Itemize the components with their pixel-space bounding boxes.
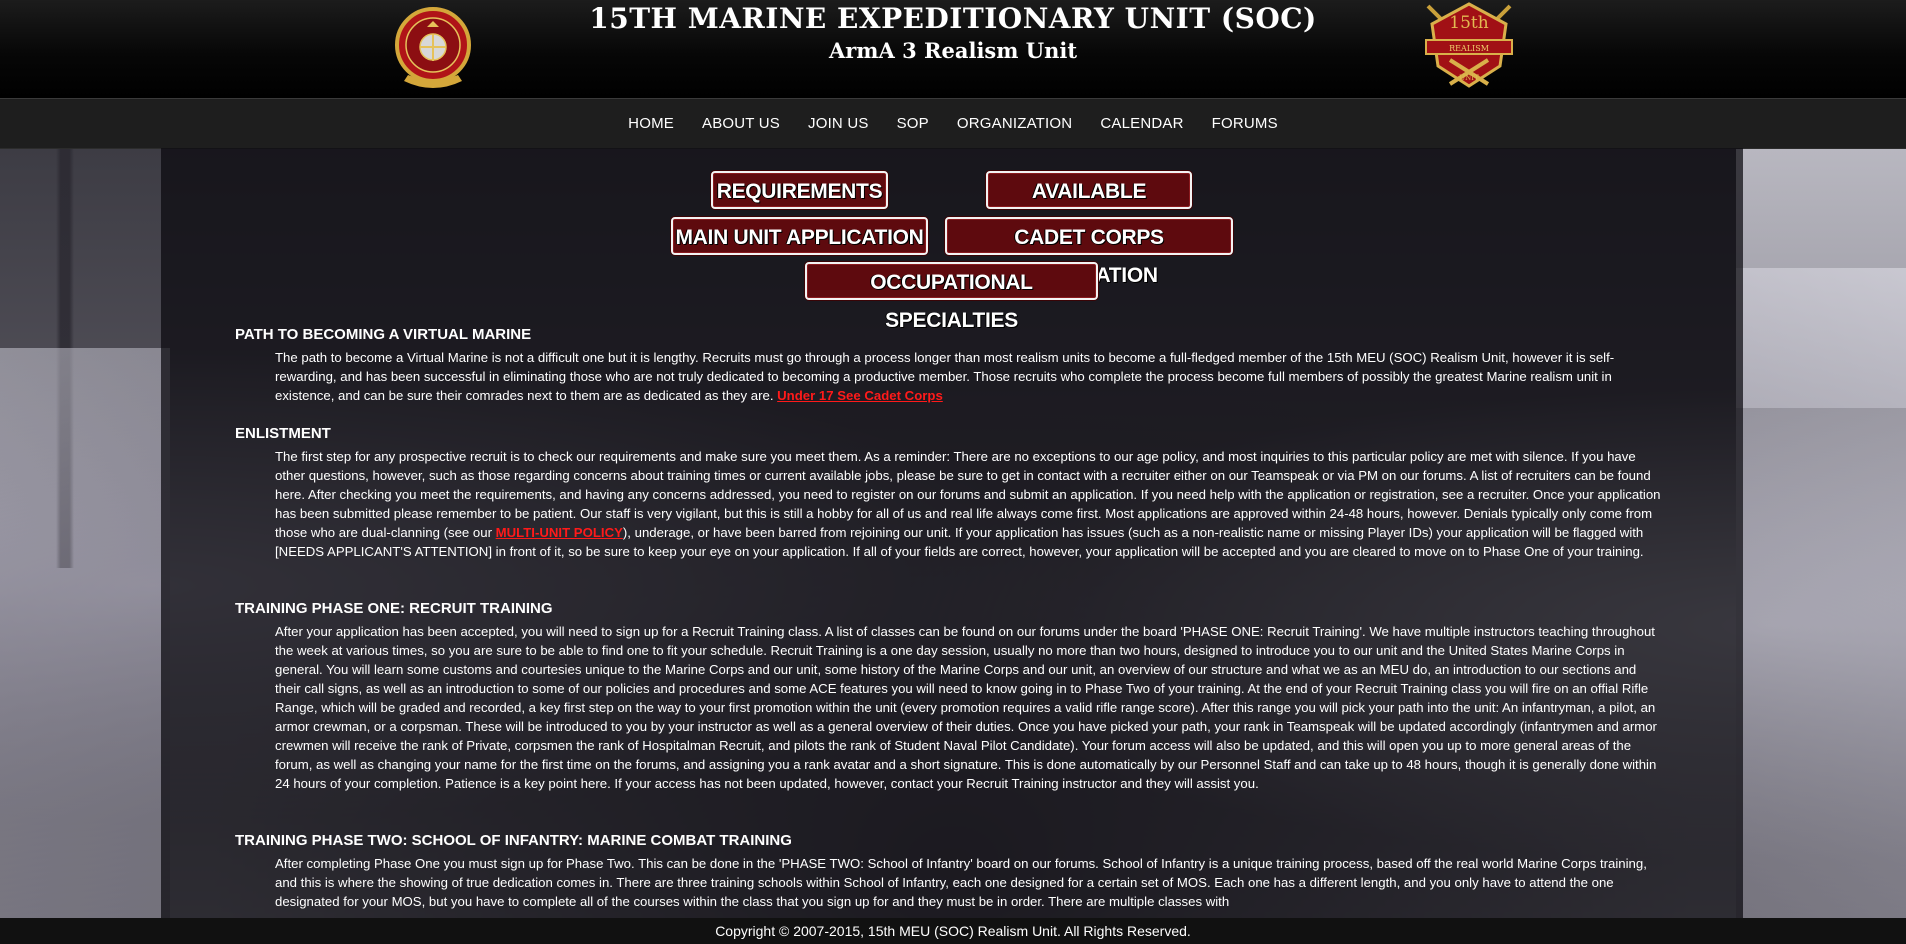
- section-heading: PATH TO BECOMING A VIRTUAL MARINE: [235, 326, 532, 343]
- section-heading: TRAINING PHASE ONE: RECRUIT TRAINING: [235, 600, 553, 617]
- section-phase-two: TRAINING PHASE TWO: SCHOOL OF INFANTRY: …: [235, 832, 1665, 911]
- cadet-corps-application-button[interactable]: CADET CORPS APPLICATION: [945, 217, 1233, 287]
- nav-item-organization[interactable]: ORGANIZATION: [943, 115, 1086, 132]
- badge-text-unit: UNIT: [1459, 74, 1479, 82]
- site-subtitle: ArmA 3 Realism Unit: [828, 38, 1078, 63]
- main-content: REQUIREMENTS AVAILABLE BILLETS MAIN UNIT…: [161, 148, 1743, 918]
- nav-item-about-us[interactable]: ABOUT US: [688, 115, 794, 132]
- nav-item-forums[interactable]: FORUMS: [1198, 115, 1292, 132]
- main-nav: HOME ABOUT US JOIN US SOP ORGANIZATION C…: [0, 99, 1906, 149]
- nav-item-join-us[interactable]: JOIN US: [794, 115, 883, 132]
- section-path: PATH TO BECOMING A VIRTUAL MARINE The pa…: [235, 326, 1665, 405]
- section-phase-one: TRAINING PHASE ONE: RECRUIT TRAINING Aft…: [235, 600, 1665, 793]
- 15th-realism-unit-badge-icon[interactable]: 15th REALISM UNIT: [1420, 0, 1518, 96]
- site-header: 15TH MARINE EXPEDITIONARY UNIT (SOC) Arm…: [0, 0, 1906, 99]
- main-unit-application-button[interactable]: MAIN UNIT APPLICATION: [671, 217, 928, 255]
- section-heading: ENLISTMENT: [235, 425, 331, 442]
- background-snow-right: [1736, 268, 1906, 944]
- occupational-specialties-button[interactable]: OCCUPATIONAL SPECIALTIES: [805, 262, 1098, 332]
- section-text: The path to become a Virtual Marine is n…: [275, 350, 1615, 403]
- site-footer: Copyright © 2007-2015, 15th MEU (SOC) Re…: [0, 918, 1906, 944]
- site-title: 15TH MARINE EXPEDITIONARY UNIT (SOC): [589, 2, 1317, 35]
- requirements-button[interactable]: REQUIREMENTS: [711, 171, 888, 209]
- section-body: After your application has been accepted…: [275, 624, 1657, 791]
- nav-item-home[interactable]: HOME: [614, 115, 688, 132]
- section-heading: TRAINING PHASE TWO: SCHOOL OF INFANTRY: …: [235, 832, 792, 849]
- section-body: The path to become a Virtual Marine is n…: [275, 348, 1665, 405]
- available-billets-button[interactable]: AVAILABLE BILLETS: [986, 171, 1192, 241]
- badge-text-realism: REALISM: [1449, 44, 1489, 53]
- multi-unit-policy-link[interactable]: MULTI-UNIT POLICY: [496, 525, 623, 540]
- badge-text-15th: 15th: [1449, 13, 1488, 33]
- cadet-corps-link[interactable]: Under 17 See Cadet Corps: [777, 388, 943, 403]
- section-enlistment: ENLISTMENT The first step for any prospe…: [235, 425, 1665, 561]
- nav-item-sop[interactable]: SOP: [883, 115, 943, 132]
- background-snow-left: [0, 348, 170, 944]
- section-body: After completing Phase One you must sign…: [275, 856, 1647, 909]
- nav-item-calendar[interactable]: CALENDAR: [1086, 115, 1197, 132]
- section-body: The first step for any prospective recru…: [275, 447, 1665, 561]
